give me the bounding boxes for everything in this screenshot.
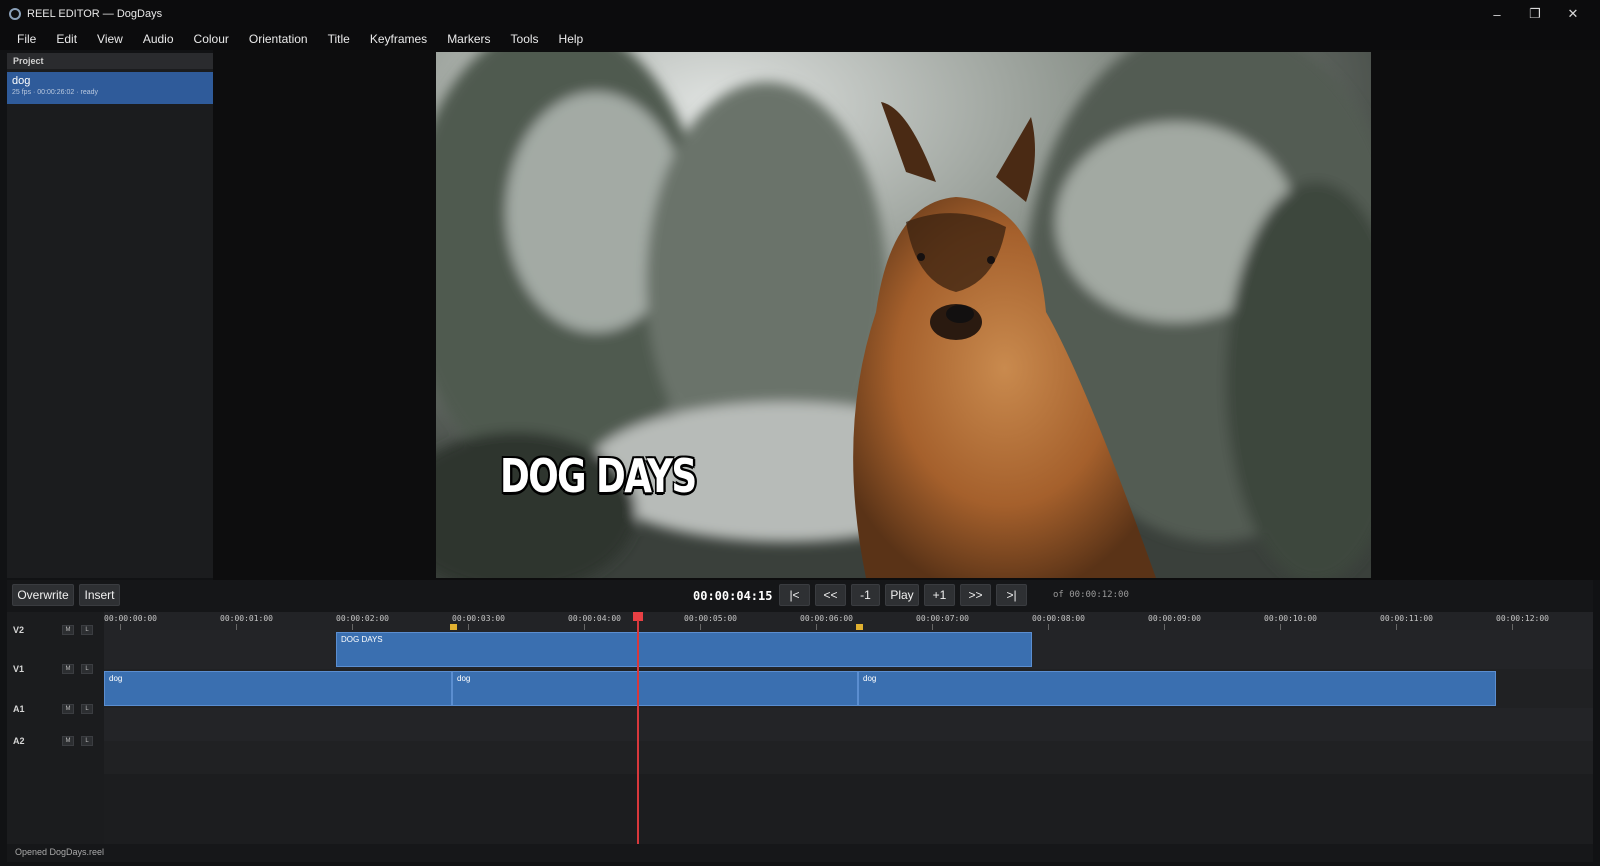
- project-panel-header: Project: [7, 53, 213, 69]
- track-headers: V2 M L V1 M L A1 M L A2 M L: [7, 612, 104, 844]
- media-item-name: dog: [12, 75, 31, 87]
- transport-bar: Overwrite Insert 00:00:04:15 |< << -1 Pl…: [7, 580, 1593, 612]
- menu-help[interactable]: Help: [549, 28, 594, 50]
- fast-forward-button[interactable]: >>: [960, 584, 991, 606]
- menu-keyframes[interactable]: Keyframes: [360, 28, 437, 50]
- preview-area: DOG DAYS: [213, 50, 1600, 580]
- step-back-button[interactable]: -1: [851, 584, 880, 606]
- clip-label: dog: [109, 674, 123, 683]
- track-label-v2: V2: [13, 625, 25, 635]
- maximize-button[interactable]: ❐: [1516, 0, 1554, 28]
- track-a1[interactable]: [104, 708, 1593, 741]
- minimize-button[interactable]: –: [1478, 0, 1516, 28]
- ruler-label: 00:00:06:00: [800, 614, 853, 623]
- menu-audio[interactable]: Audio: [133, 28, 184, 50]
- title-overlay-text[interactable]: DOG DAYS: [500, 449, 697, 503]
- ruler-label: 00:00:10:00: [1264, 614, 1317, 623]
- track-a2[interactable]: [104, 741, 1593, 774]
- timeline-ruler[interactable]: 00:00:00:00 00:00:01:00 00:00:02:00 00:00:0…: [104, 612, 1593, 631]
- ruler-label: 00:00:04:00: [568, 614, 621, 623]
- menu-title[interactable]: Title: [318, 28, 360, 50]
- clip-label: dog: [457, 674, 471, 683]
- menu-markers[interactable]: Markers: [437, 28, 500, 50]
- menu-file[interactable]: File: [0, 28, 46, 50]
- status-bar: Opened DogDays.reel: [7, 844, 1593, 862]
- timeline-empty-area[interactable]: [104, 774, 1593, 844]
- menu-orientation[interactable]: Orientation: [239, 28, 318, 50]
- video-clip[interactable]: dog: [104, 671, 452, 706]
- lock-button-a2[interactable]: L: [81, 736, 93, 746]
- video-clip[interactable]: dog: [452, 671, 858, 706]
- menu-colour[interactable]: Colour: [184, 28, 239, 50]
- lock-button-v2[interactable]: L: [81, 625, 93, 635]
- app-icon: [9, 8, 21, 20]
- ruler-label: 00:00:09:00: [1148, 614, 1201, 623]
- ruler-label: 00:00:07:00: [916, 614, 969, 623]
- ruler-label: 00:00:01:00: [220, 614, 273, 623]
- track-label-a2: A2: [13, 736, 25, 746]
- media-item-meta: 25 fps · 00:00:26:02 · ready: [12, 89, 98, 96]
- mute-button-a2[interactable]: M: [62, 736, 74, 746]
- title-clip[interactable]: DOG DAYS: [336, 632, 1032, 667]
- window-title: REEL EDITOR — DogDays: [27, 8, 163, 20]
- ruler-label: 00:00:12:00: [1496, 614, 1549, 623]
- project-panel: Project dog 25 fps · 00:00:26:02 · ready: [7, 53, 213, 578]
- close-button[interactable]: ✕: [1554, 0, 1592, 28]
- mute-button-v2[interactable]: M: [62, 625, 74, 635]
- insert-button[interactable]: Insert: [79, 584, 120, 606]
- current-timecode: 00:00:04:15: [693, 589, 773, 603]
- clip-label: dog: [863, 674, 877, 683]
- mute-button-v1[interactable]: M: [62, 664, 74, 674]
- play-button[interactable]: Play: [885, 584, 919, 606]
- video-clip[interactable]: dog: [858, 671, 1496, 706]
- mute-button-a1[interactable]: M: [62, 704, 74, 714]
- menu-tools[interactable]: Tools: [501, 28, 549, 50]
- go-to-start-button[interactable]: |<: [779, 584, 810, 606]
- playhead[interactable]: [636, 620, 639, 847]
- go-to-end-button[interactable]: >|: [996, 584, 1027, 606]
- ruler-label: 00:00:05:00: [684, 614, 737, 623]
- menu-bar: File Edit View Audio Colour Orientation …: [0, 28, 1600, 50]
- clip-label: DOG DAYS: [341, 635, 383, 644]
- rewind-button[interactable]: <<: [815, 584, 846, 606]
- ruler-label: 00:00:08:00: [1032, 614, 1085, 623]
- track-label-v1: V1: [13, 664, 25, 674]
- ruler-label: 00:00:02:00: [336, 614, 389, 623]
- menu-view[interactable]: View: [87, 28, 133, 50]
- video-viewer[interactable]: DOG DAYS: [436, 52, 1371, 578]
- ruler-label: 00:00:00:00: [104, 614, 157, 623]
- track-label-a1: A1: [13, 704, 25, 714]
- overwrite-button[interactable]: Overwrite: [12, 584, 74, 606]
- lock-button-a1[interactable]: L: [81, 704, 93, 714]
- timeline: V2 M L V1 M L A1 M L A2 M L 00:00:00:00 0…: [7, 612, 1593, 844]
- ruler-label: 00:00:03:00: [452, 614, 505, 623]
- ruler-label: 00:00:11:00: [1380, 614, 1433, 623]
- media-item[interactable]: dog 25 fps · 00:00:26:02 · ready: [7, 72, 213, 104]
- lock-button-v1[interactable]: L: [81, 664, 93, 674]
- title-bar: REEL EDITOR — DogDays – ❐ ✕: [0, 0, 1600, 28]
- menu-edit[interactable]: Edit: [46, 28, 87, 50]
- total-duration: of 00:00:12:00: [1053, 590, 1129, 600]
- step-forward-button[interactable]: +1: [924, 584, 955, 606]
- status-text: Opened DogDays.reel: [15, 847, 105, 857]
